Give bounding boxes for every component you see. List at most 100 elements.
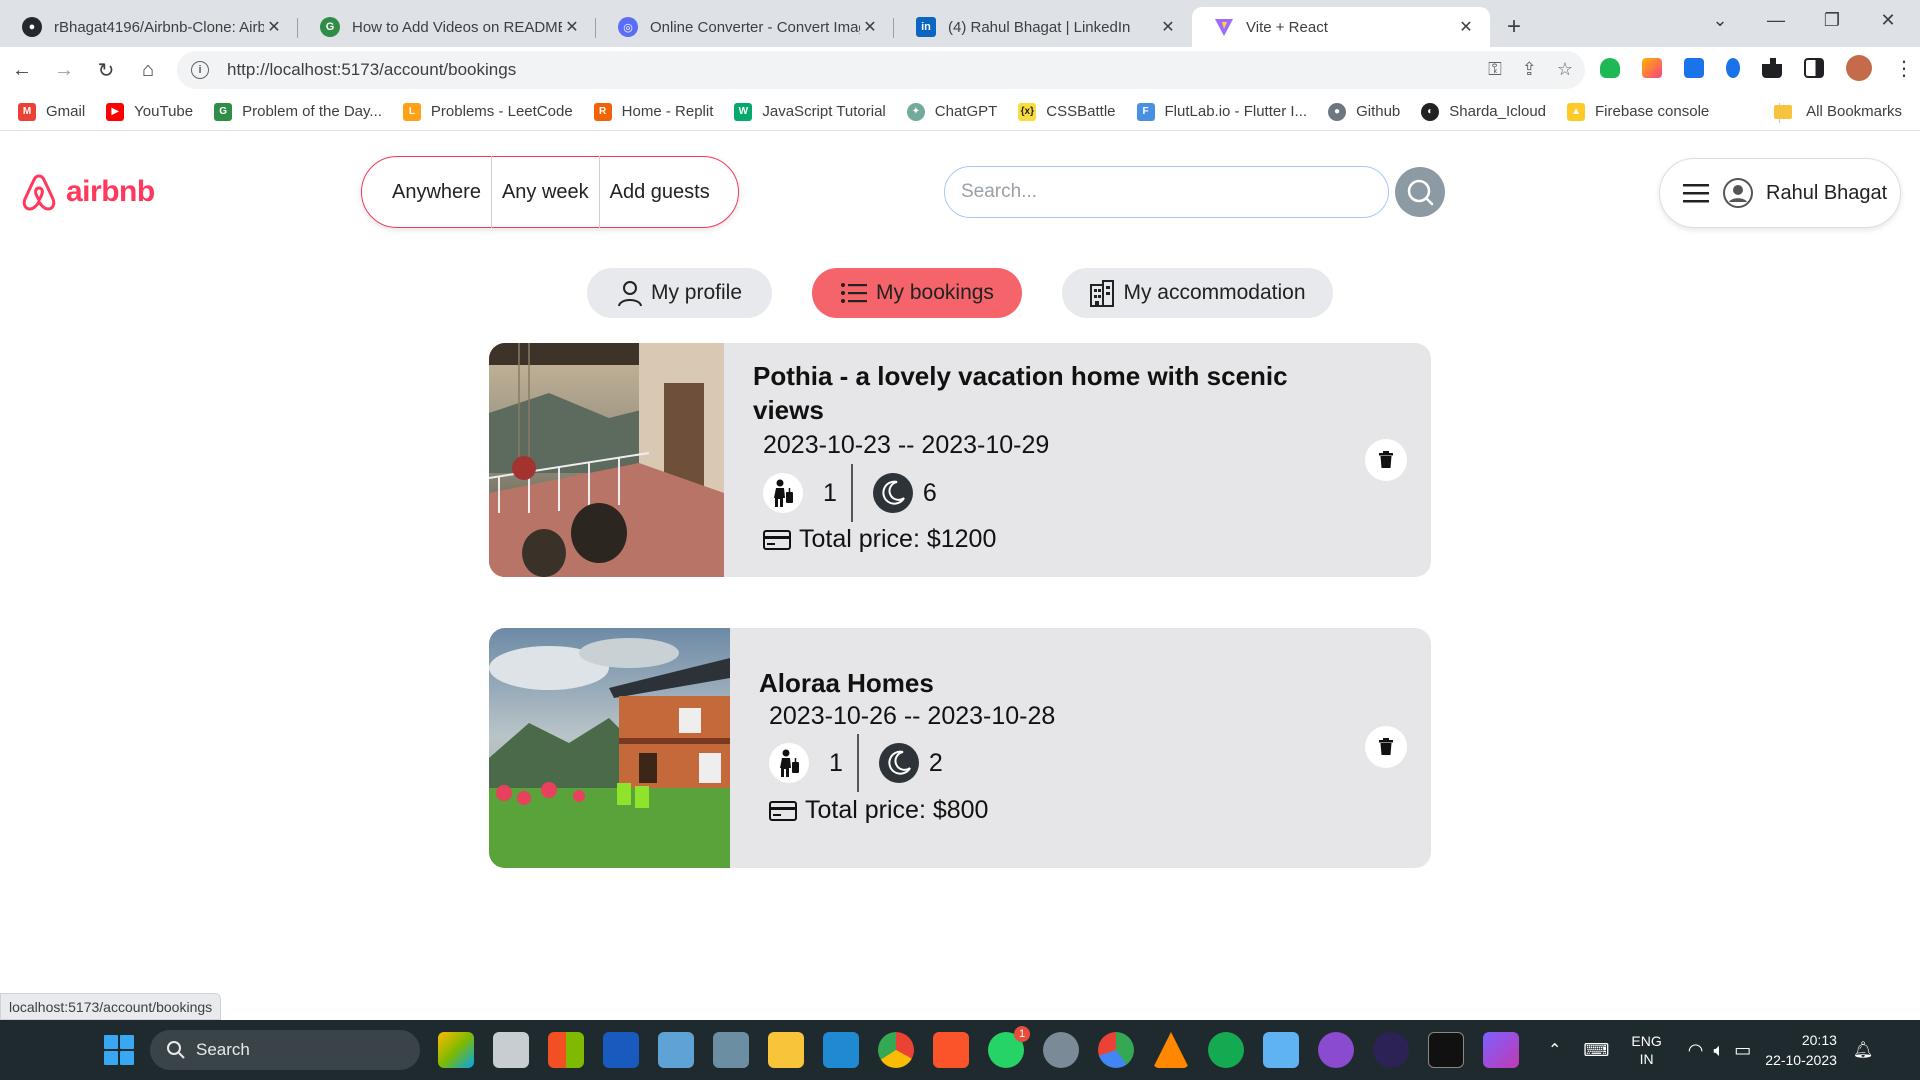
- windows-start-button[interactable]: [104, 1035, 134, 1065]
- notepad-icon[interactable]: [1263, 1032, 1299, 1068]
- microsoft-store-icon[interactable]: [548, 1032, 584, 1068]
- bookmark-flutlab[interactable]: F FlutLab.io - Flutter I...: [1136, 102, 1307, 121]
- system-clock[interactable]: 20:13 22-10-2023: [1765, 1030, 1837, 1070]
- tab-my-profile[interactable]: My profile: [587, 268, 772, 318]
- password-key-icon[interactable]: ⚿: [1488, 59, 1502, 80]
- address-url[interactable]: http://localhost:5173/account/bookings: [227, 60, 516, 80]
- folder-icon: [1774, 104, 1793, 119]
- booking-card[interactable]: Pothia - a lovely vacation home with sce…: [489, 343, 1431, 577]
- search-filter-bar[interactable]: Anywhere Any week Add guests: [361, 156, 739, 228]
- system-tray: ⌃ ⌨ ENG IN ◠ 🔈︎ ▭ 20:13 22-10-2023 🔔︎: [1548, 1030, 1873, 1070]
- share-icon[interactable]: ⇪: [1522, 59, 1537, 80]
- replit-icon: R: [593, 102, 612, 121]
- forward-arrow-icon[interactable]: →: [44, 50, 84, 90]
- keyboard-icon[interactable]: ⌨: [1583, 1040, 1609, 1061]
- close-icon[interactable]: ✕: [264, 17, 284, 37]
- site-info-icon[interactable]: i: [191, 61, 209, 79]
- user-menu-button[interactable]: Rahul Bhagat: [1659, 158, 1901, 228]
- bookmark-gfg[interactable]: G Problem of the Day...: [214, 102, 382, 121]
- filter-anywhere[interactable]: Anywhere: [382, 156, 491, 228]
- puzzle-extensions-icon[interactable]: [1762, 58, 1782, 78]
- tab-my-accommodation[interactable]: My accommodation: [1062, 268, 1333, 318]
- taskbar-search[interactable]: Search: [150, 1030, 420, 1070]
- vscode-icon[interactable]: [823, 1032, 859, 1068]
- home-icon[interactable]: ⌂: [128, 50, 168, 90]
- booking-card[interactable]: Aloraa Homes 2023-10-26 -- 2023-10-28 1 …: [489, 628, 1431, 868]
- close-icon[interactable]: ✕: [1158, 17, 1178, 37]
- profile-avatar-icon[interactable]: [1846, 55, 1872, 81]
- clipchamp-icon[interactable]: [1483, 1032, 1519, 1068]
- wifi-icon[interactable]: ◠: [1688, 1040, 1704, 1061]
- bookmark-replit[interactable]: R Home - Replit: [593, 102, 713, 121]
- bookmark-youtube[interactable]: ▶ YouTube: [106, 102, 193, 121]
- tab-label: My accommodation: [1123, 281, 1306, 304]
- browser-tab-gfg[interactable]: G How to Add Videos on README ✕: [298, 7, 596, 47]
- filter-any-week[interactable]: Any week: [490, 156, 599, 228]
- close-window-button[interactable]: ✕: [1860, 0, 1916, 40]
- all-bookmarks-folder[interactable]: All Bookmarks: [1774, 103, 1902, 120]
- back-arrow-icon[interactable]: ←: [2, 50, 42, 90]
- task-view-icon[interactable]: [493, 1032, 529, 1068]
- copilot-pre-icon[interactable]: [438, 1032, 474, 1068]
- browser-tab-vite[interactable]: Vite + React ✕: [1192, 7, 1490, 47]
- read-aloud-extension-icon[interactable]: [1726, 58, 1740, 78]
- bookmark-star-icon[interactable]: ☆: [1557, 59, 1573, 80]
- browser-tab-github[interactable]: ● rBhagat4196/Airbnb-Clone: Airb ✕: [0, 7, 298, 47]
- browser-tab-linkedin[interactable]: in (4) Rahul Bhagat | LinkedIn ✕: [894, 7, 1192, 47]
- kebab-menu-icon[interactable]: ⋮: [1894, 56, 1914, 81]
- chevron-up-icon[interactable]: ⌃: [1548, 1040, 1561, 1060]
- close-icon[interactable]: ✕: [1456, 17, 1476, 37]
- bookmark-label: JavaScript Tutorial: [762, 103, 886, 120]
- photos-icon[interactable]: [658, 1032, 694, 1068]
- word-icon[interactable]: [603, 1032, 639, 1068]
- user-name: Rahul Bhagat: [1766, 181, 1888, 204]
- bookmark-firebase[interactable]: ▲ Firebase console: [1567, 102, 1709, 121]
- calculator-icon[interactable]: [713, 1032, 749, 1068]
- notification-bell-icon[interactable]: 🔔︎: [1853, 1040, 1873, 1060]
- color-picker-extension-icon[interactable]: [1642, 58, 1662, 78]
- whatsapp-icon[interactable]: 1: [988, 1026, 1030, 1068]
- terminal-icon[interactable]: [1428, 1032, 1464, 1068]
- github-desktop-icon[interactable]: [1318, 1032, 1354, 1068]
- battery-icon[interactable]: ▭: [1734, 1040, 1751, 1061]
- mongodb-icon[interactable]: [1208, 1032, 1244, 1068]
- tab-my-bookings[interactable]: My bookings: [812, 268, 1022, 318]
- shield-extension-icon[interactable]: [1600, 58, 1620, 78]
- brave-icon[interactable]: [933, 1032, 969, 1068]
- download-extension-icon[interactable]: [1684, 58, 1704, 78]
- address-bar[interactable]: i http://localhost:5173/account/bookings…: [177, 51, 1585, 89]
- language-indicator[interactable]: ENG IN: [1631, 1032, 1661, 1068]
- guests-icon: [769, 743, 809, 783]
- filter-add-guests[interactable]: Add guests: [598, 156, 720, 228]
- search-input[interactable]: [944, 166, 1389, 218]
- bookmark-chatgpt[interactable]: ✦ ChatGPT: [906, 102, 997, 121]
- browser-tab-converter[interactable]: ◎ Online Converter - Convert Imag ✕: [596, 7, 894, 47]
- tab-search-chevron-icon[interactable]: ⌄: [1692, 0, 1748, 40]
- delete-booking-button[interactable]: [1365, 726, 1407, 768]
- bookmark-github[interactable]: ● Github: [1328, 102, 1400, 121]
- delete-booking-button[interactable]: [1365, 439, 1407, 481]
- eclipse-icon[interactable]: [1373, 1032, 1409, 1068]
- close-icon[interactable]: ✕: [860, 17, 880, 37]
- settings-gear-icon[interactable]: [1043, 1032, 1079, 1068]
- vlc-icon[interactable]: [1153, 1032, 1189, 1068]
- minimize-button[interactable]: —: [1748, 0, 1804, 40]
- bookmark-cssbattle[interactable]: {x} CSSBattle: [1018, 102, 1116, 121]
- bookmark-gmail[interactable]: M Gmail: [18, 102, 85, 121]
- browser-toolbar: ← → ↻ ⌂ i http://localhost:5173/account/…: [0, 47, 1920, 93]
- airbnb-logo[interactable]: airbnb: [20, 172, 155, 212]
- reload-icon[interactable]: ↻: [86, 50, 126, 90]
- restore-button[interactable]: ❐: [1804, 0, 1860, 40]
- chrome-icon[interactable]: [878, 1032, 914, 1068]
- bookmark-sharda[interactable]: ◐ Sharda_Icloud: [1421, 102, 1546, 121]
- search-button[interactable]: [1395, 167, 1445, 217]
- new-tab-button[interactable]: +: [1494, 7, 1534, 47]
- file-explorer-icon[interactable]: [768, 1032, 804, 1068]
- bookmark-label: CSSBattle: [1046, 103, 1116, 120]
- bookmark-w3schools[interactable]: W JavaScript Tutorial: [734, 102, 886, 121]
- side-panel-icon[interactable]: [1804, 58, 1824, 78]
- volume-icon[interactable]: 🔈︎: [1713, 1040, 1724, 1061]
- chrome-profile-icon[interactable]: [1098, 1032, 1134, 1068]
- close-icon[interactable]: ✕: [562, 17, 582, 37]
- bookmark-leetcode[interactable]: L Problems - LeetCode: [402, 102, 573, 121]
